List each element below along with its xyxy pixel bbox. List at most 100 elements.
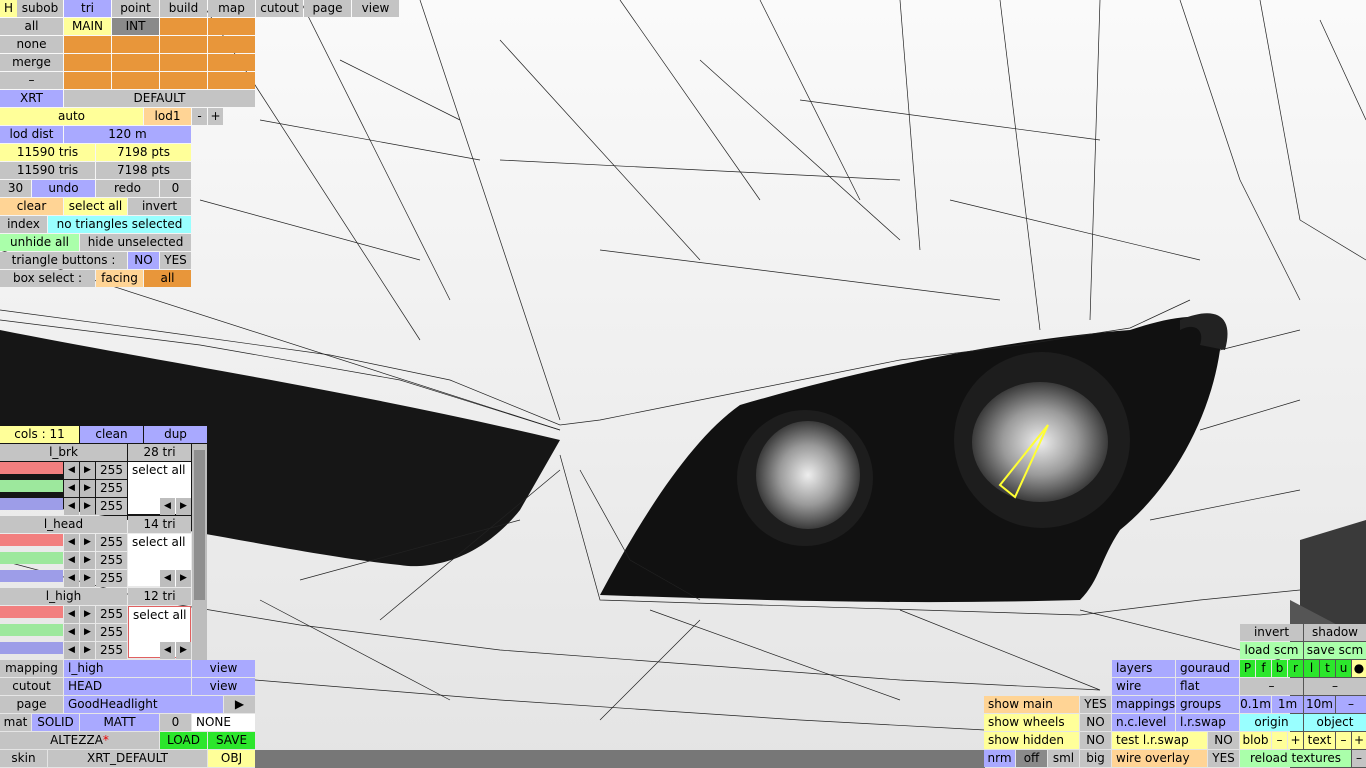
- lod-minus-button[interactable]: -: [192, 108, 207, 125]
- lod-dist-value[interactable]: 120 m: [64, 126, 191, 143]
- reload-minus-button[interactable]: –: [1352, 750, 1366, 767]
- sml-button[interactable]: sml: [1048, 750, 1079, 767]
- flat-button[interactable]: flat: [1176, 678, 1239, 695]
- wire-overlay-toggle[interactable]: YES: [1208, 750, 1239, 767]
- group-slot[interactable]: [64, 72, 111, 89]
- blob-plus-button[interactable]: +: [1288, 732, 1303, 749]
- nc-level-button[interactable]: n.c.level: [1112, 714, 1175, 731]
- group-slot[interactable]: [112, 36, 159, 53]
- red-channel-bar[interactable]: [0, 462, 63, 474]
- lr-swap-button[interactable]: l.r.swap: [1176, 714, 1239, 731]
- increase-arrow-icon[interactable]: ▶: [80, 606, 95, 623]
- increase-arrow-icon[interactable]: ▶: [80, 534, 95, 551]
- show-wheels-label[interactable]: show wheels: [984, 714, 1079, 731]
- flag-t[interactable]: t: [1320, 660, 1335, 677]
- main-group-button[interactable]: MAIN: [64, 18, 111, 35]
- clear-selection-button[interactable]: clear: [0, 198, 63, 215]
- merge-button[interactable]: merge: [0, 54, 63, 71]
- auto-lod-button[interactable]: auto: [0, 108, 143, 125]
- undo-button[interactable]: undo: [32, 180, 95, 197]
- group-slot[interactable]: [208, 36, 255, 53]
- int-group-button[interactable]: INT: [112, 18, 159, 35]
- test-lr-swap-label[interactable]: test l.r.swap: [1112, 732, 1207, 749]
- layers-button[interactable]: layers: [1112, 660, 1175, 677]
- show-wheels-toggle[interactable]: NO: [1080, 714, 1111, 731]
- model-name[interactable]: ALTEZZA*: [0, 732, 159, 749]
- layer-prev-icon[interactable]: ◀: [160, 498, 175, 515]
- group-slot[interactable]: [208, 54, 255, 71]
- group-slot[interactable]: [112, 72, 159, 89]
- skin-value[interactable]: XRT_DEFAULT: [48, 750, 207, 767]
- menu-subob[interactable]: subob: [17, 0, 63, 17]
- wire-button[interactable]: wire: [1112, 678, 1175, 695]
- step-10m-button[interactable]: 10m: [1304, 696, 1335, 713]
- hide-unselected-button[interactable]: hide unselected: [80, 234, 191, 251]
- flag-l[interactable]: l: [1304, 660, 1319, 677]
- decrease-arrow-icon[interactable]: ◀: [64, 462, 79, 479]
- flag-f[interactable]: f: [1256, 660, 1271, 677]
- lod-plus-button[interactable]: +: [208, 108, 223, 125]
- unhide-all-button[interactable]: unhide all: [0, 234, 79, 251]
- dash-button[interactable]: –: [1304, 678, 1366, 695]
- red-channel-bar[interactable]: [0, 534, 63, 546]
- menu-build[interactable]: build: [160, 0, 207, 17]
- blob-minus-button[interactable]: –: [1272, 732, 1287, 749]
- group-slot[interactable]: [160, 72, 207, 89]
- blue-channel-bar[interactable]: [0, 570, 63, 582]
- cols-scroll-thumb[interactable]: [194, 450, 205, 600]
- box-select-all[interactable]: all: [144, 270, 191, 287]
- red-channel-bar[interactable]: [0, 606, 63, 618]
- text-minus-button[interactable]: –: [1336, 732, 1351, 749]
- save-button[interactable]: SAVE: [208, 732, 255, 749]
- decrease-arrow-icon[interactable]: ◀: [64, 534, 79, 551]
- decrease-arrow-icon[interactable]: ◀: [64, 606, 79, 623]
- step-1m-button[interactable]: 1m: [1272, 696, 1303, 713]
- page-next-icon[interactable]: ▶: [224, 696, 255, 713]
- show-main-label[interactable]: show main: [984, 696, 1079, 713]
- dup-button[interactable]: dup: [144, 426, 207, 443]
- increase-arrow-icon[interactable]: ▶: [80, 498, 95, 515]
- decrease-arrow-icon[interactable]: ◀: [64, 498, 79, 515]
- group-slot[interactable]: [160, 36, 207, 53]
- layer-prev-icon[interactable]: ◀: [160, 570, 175, 587]
- increase-arrow-icon[interactable]: ▶: [80, 642, 95, 659]
- h-toggle-button[interactable]: H: [0, 0, 17, 17]
- step-minus-button[interactable]: –: [1336, 696, 1366, 713]
- cutout-view-button[interactable]: view: [192, 678, 255, 695]
- step-0-1m-button[interactable]: 0.1m: [1240, 696, 1271, 713]
- layer-name[interactable]: l_head: [0, 516, 127, 533]
- group-slot[interactable]: [64, 36, 111, 53]
- redo-button[interactable]: redo: [96, 180, 159, 197]
- menu-map[interactable]: map: [208, 0, 255, 17]
- green-channel-bar[interactable]: [0, 624, 63, 636]
- increase-arrow-icon[interactable]: ▶: [80, 552, 95, 569]
- increase-arrow-icon[interactable]: ▶: [80, 480, 95, 497]
- triangle-buttons-no[interactable]: NO: [128, 252, 159, 269]
- clean-button[interactable]: clean: [80, 426, 143, 443]
- group-slot[interactable]: [208, 18, 255, 35]
- group-slot[interactable]: [208, 72, 255, 89]
- default-button[interactable]: DEFAULT: [64, 90, 255, 107]
- decrease-arrow-icon[interactable]: ◀: [64, 480, 79, 497]
- reload-textures-button[interactable]: reload textures: [1240, 750, 1351, 767]
- flag-r[interactable]: r: [1288, 660, 1303, 677]
- green-channel-bar[interactable]: [0, 480, 63, 492]
- solid-button[interactable]: SOLID: [32, 714, 79, 731]
- text-plus-button[interactable]: +: [1352, 732, 1366, 749]
- layer-name[interactable]: l_high: [0, 588, 127, 605]
- layer-next-icon[interactable]: ▶: [176, 570, 191, 587]
- show-hidden-label[interactable]: show hidden: [984, 732, 1079, 749]
- wire-overlay-label[interactable]: wire overlay: [1112, 750, 1207, 767]
- page-value[interactable]: GoodHeadlight: [64, 696, 223, 713]
- cutout-value[interactable]: HEAD: [64, 678, 191, 695]
- layer-next-icon[interactable]: ▶: [176, 498, 191, 515]
- menu-tri[interactable]: tri: [64, 0, 111, 17]
- groups-button[interactable]: groups: [1176, 696, 1239, 713]
- xrt-button[interactable]: XRT: [0, 90, 63, 107]
- cols-scrollbar[interactable]: [192, 444, 207, 660]
- load-button[interactable]: LOAD: [160, 732, 207, 749]
- select-all-button[interactable]: all: [0, 18, 63, 35]
- select-all-tris-button[interactable]: select all: [64, 198, 127, 215]
- mapping-value[interactable]: l_high: [64, 660, 191, 677]
- decrease-arrow-icon[interactable]: ◀: [64, 552, 79, 569]
